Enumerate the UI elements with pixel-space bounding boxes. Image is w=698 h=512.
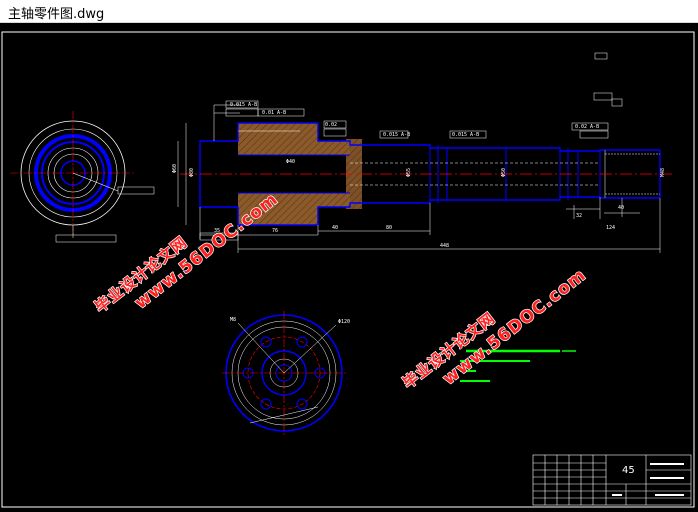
svg-text:0.02: 0.02 xyxy=(325,122,337,128)
watermark-2: 毕业设计论文网 www.56DOC.com xyxy=(399,264,591,392)
svg-text:0.015 A-B: 0.015 A-B xyxy=(383,132,410,138)
end-view-circle xyxy=(10,111,155,243)
svg-text:Φ55: Φ55 xyxy=(406,168,412,177)
svg-text:0.015 A-B: 0.015 A-B xyxy=(230,102,257,108)
cad-viewport[interactable]: Φ60 Φ80 0.015 A-B 0.01 A-B 0.02 0.015 A-… xyxy=(0,23,698,512)
watermark-1-url: www.56DOC.com xyxy=(131,189,282,313)
svg-text:M8: M8 xyxy=(230,317,236,323)
svg-text:40: 40 xyxy=(618,205,624,211)
svg-text:40: 40 xyxy=(332,225,338,231)
svg-text:0.015 A-B: 0.015 A-B xyxy=(452,132,479,138)
svg-text:80: 80 xyxy=(386,225,392,231)
svg-text:0.02 A-B: 0.02 A-B xyxy=(575,124,599,130)
svg-text:448: 448 xyxy=(440,243,449,249)
svg-text:124: 124 xyxy=(606,225,615,231)
svg-text:Φ80: Φ80 xyxy=(189,168,195,177)
title-block xyxy=(532,454,692,506)
svg-text:0.01 A-B: 0.01 A-B xyxy=(262,110,286,116)
window-titlebar: 主轴零件图.dwg xyxy=(0,0,698,23)
watermark-2-url: www.56DOC.com xyxy=(439,265,590,389)
drawing-canvas[interactable]: Φ60 Φ80 0.015 A-B 0.01 A-B 0.02 0.015 A-… xyxy=(0,23,698,512)
window-title: 主轴零件图.dwg xyxy=(8,7,105,22)
svg-text:76: 76 xyxy=(272,228,278,234)
svg-text:Φ60: Φ60 xyxy=(172,164,178,173)
material-label: 45 xyxy=(622,465,635,476)
svg-text:Φ40: Φ40 xyxy=(286,159,295,165)
svg-text:M48: M48 xyxy=(660,168,666,177)
svg-text:32: 32 xyxy=(576,213,582,219)
svg-text:Φ120: Φ120 xyxy=(338,319,350,325)
drawing-frame xyxy=(1,31,695,508)
svg-text:Φ50: Φ50 xyxy=(501,168,507,177)
flange-view: M8 Φ120 xyxy=(222,311,350,435)
